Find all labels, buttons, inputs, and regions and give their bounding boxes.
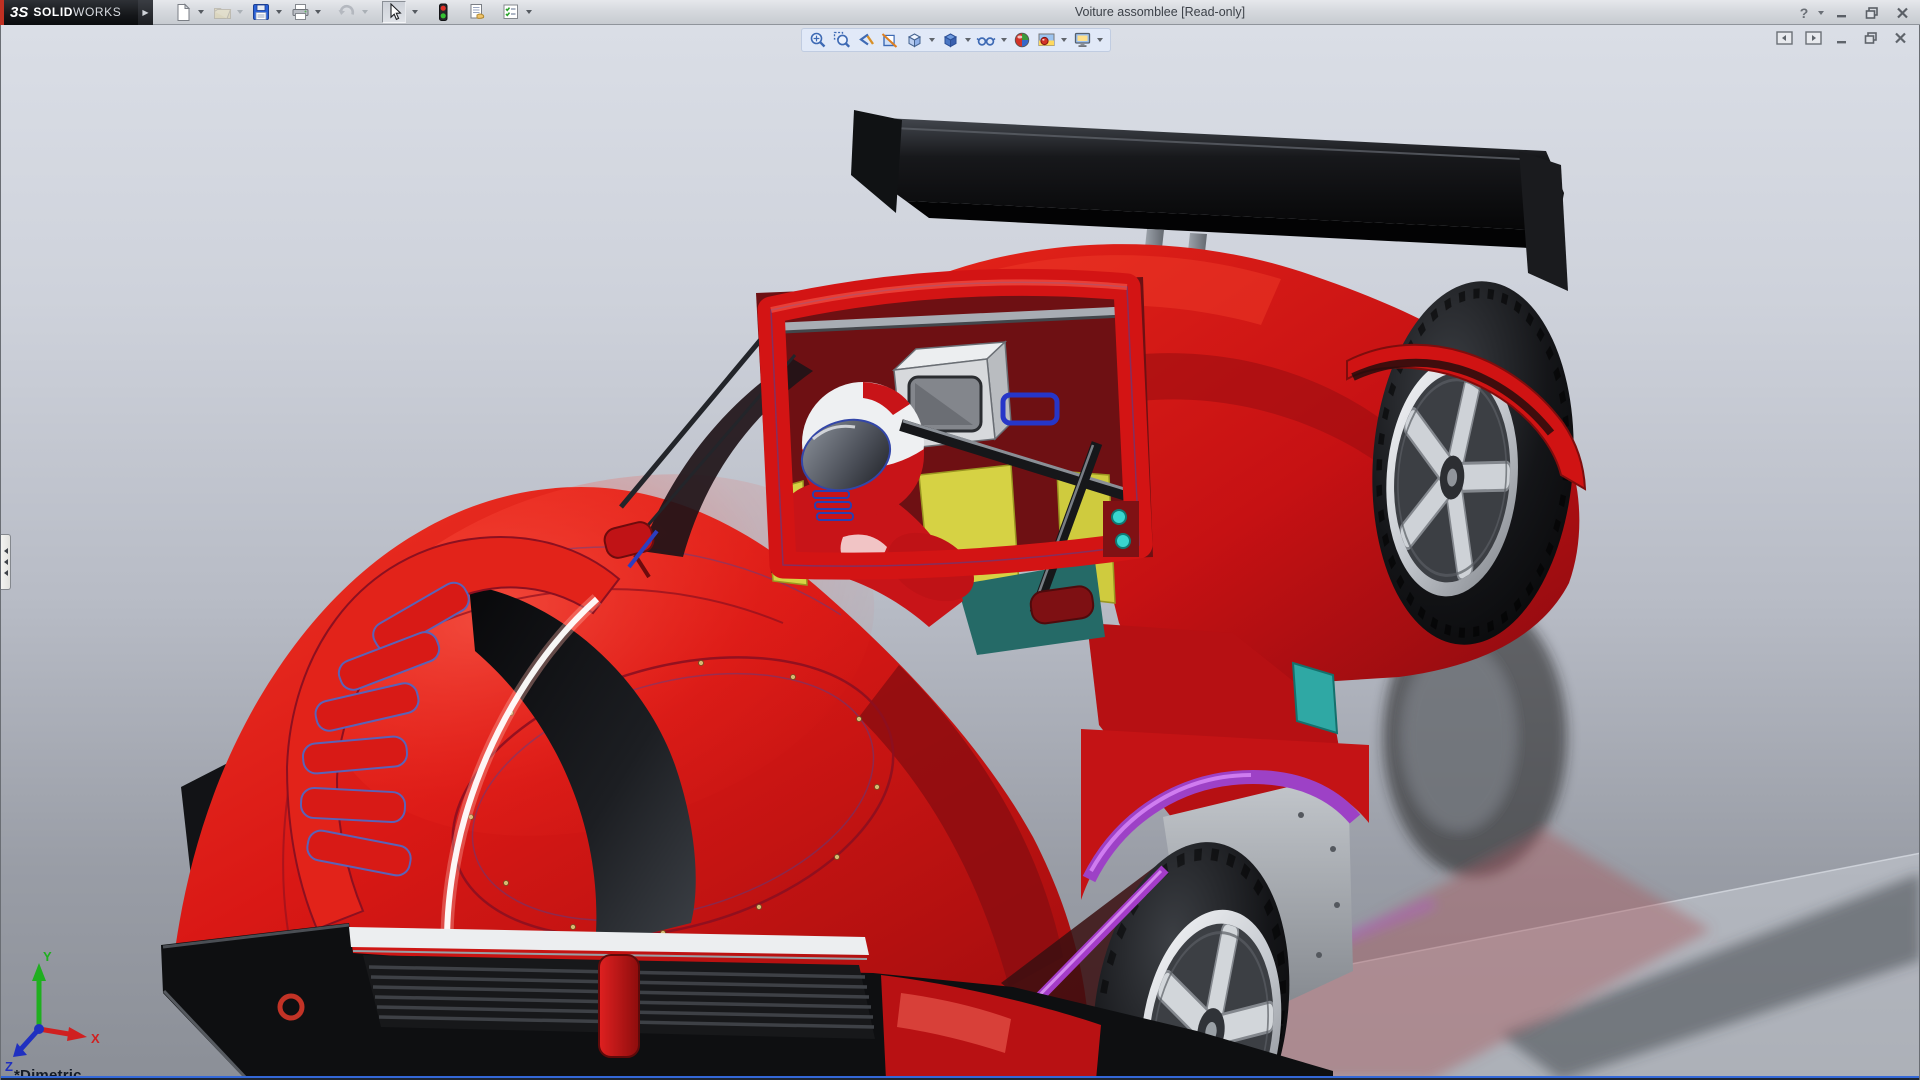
open-document-button[interactable]	[210, 1, 234, 23]
viewport-bottom-edge	[1, 1075, 1919, 1080]
apply-scene-button[interactable]	[1034, 29, 1058, 51]
hide-show-items-dropdown[interactable]	[1001, 38, 1007, 42]
file-properties-icon	[468, 3, 486, 21]
cyan-knob	[1112, 510, 1126, 524]
window-controls: ?	[1792, 0, 1914, 25]
triad-x-label: X	[91, 1031, 100, 1046]
save-floppy-icon	[252, 3, 270, 21]
previous-view-button[interactable]	[854, 29, 878, 51]
document-window-controls	[1773, 30, 1911, 46]
eyeglasses-icon	[976, 31, 996, 49]
help-button[interactable]: ?	[1792, 3, 1816, 22]
print-dropdown[interactable]	[315, 10, 321, 14]
document-restore-button[interactable]	[1860, 30, 1882, 46]
solidworks-logo-mark: 3S	[10, 4, 28, 21]
new-document-button[interactable]	[171, 1, 195, 23]
view-orientation-cube-icon	[905, 31, 924, 49]
window-title: Voiture assomblee [Read-only]	[980, 0, 1340, 25]
display-style-cube-icon	[941, 31, 960, 49]
restore-button[interactable]	[1860, 3, 1884, 22]
select-dropdown[interactable]	[408, 1, 421, 23]
car-model-3d-view: Y X Z	[1, 25, 1920, 1080]
collapse-arrow-icon	[4, 559, 8, 565]
cyan-knob	[1116, 534, 1130, 548]
open-folder-icon	[213, 3, 232, 21]
previous-view-icon	[857, 31, 875, 49]
print-button[interactable]	[288, 1, 312, 23]
display-style-button[interactable]	[938, 29, 962, 51]
minimize-button[interactable]	[1830, 3, 1854, 22]
document-restore-icon	[1864, 32, 1878, 44]
select-cursor-icon	[386, 3, 402, 21]
main-toolbar	[153, 0, 536, 25]
view-orientation-dropdown[interactable]	[929, 38, 935, 42]
minimize-icon	[1836, 7, 1849, 18]
file-properties-button[interactable]	[465, 1, 489, 23]
section-view-icon	[881, 31, 899, 49]
pane-toggle-right-button[interactable]	[1802, 30, 1824, 46]
options-button[interactable]	[499, 1, 523, 23]
appearance-sphere-icon	[1013, 31, 1031, 49]
view-orientation-button[interactable]	[902, 29, 926, 51]
graphics-viewport[interactable]: Y X Z	[0, 25, 1920, 1080]
menu-expand-arrow-icon[interactable]: ▶	[138, 0, 153, 25]
options-checklist-icon	[502, 3, 520, 21]
print-icon	[291, 3, 310, 21]
document-minimize-button[interactable]	[1831, 30, 1853, 46]
zoom-to-fit-icon	[809, 31, 827, 49]
collapse-arrow-icon	[4, 548, 8, 554]
save-dropdown[interactable]	[276, 10, 282, 14]
close-icon	[1896, 7, 1909, 19]
pane-toggle-left-button[interactable]	[1773, 30, 1795, 46]
new-document-icon	[175, 3, 192, 22]
section-view-button[interactable]	[878, 29, 902, 51]
undo-dropdown[interactable]	[362, 10, 368, 14]
restore-icon	[1865, 7, 1879, 19]
options-dropdown[interactable]	[526, 10, 532, 14]
logo-red-strip	[0, 0, 4, 25]
edit-appearance-button[interactable]	[1010, 29, 1034, 51]
solidworks-logo: 3S SOLIDWORKS	[0, 0, 138, 25]
view-settings-monitor-icon	[1073, 31, 1092, 49]
triad-z-label: Z	[5, 1059, 13, 1074]
pane-toggle-right-icon	[1805, 31, 1822, 45]
feature-tree-collapse-tab[interactable]	[1, 534, 11, 590]
new-document-dropdown[interactable]	[198, 10, 204, 14]
apply-scene-dropdown[interactable]	[1061, 38, 1067, 42]
undo-icon	[337, 3, 357, 21]
orientation-triad: Y X Z	[5, 949, 100, 1074]
side-window-teal	[1293, 663, 1337, 733]
heads-up-view-toolbar	[801, 28, 1111, 52]
save-button[interactable]	[249, 1, 273, 23]
zoom-to-area-icon	[833, 31, 851, 49]
pane-toggle-left-icon	[1776, 31, 1793, 45]
undo-button[interactable]	[335, 1, 359, 23]
triad-y-label: Y	[43, 949, 52, 964]
rebuild-traffic-light-icon	[436, 3, 450, 22]
collapse-arrow-icon	[4, 570, 8, 576]
document-close-icon	[1894, 32, 1907, 44]
zoom-to-area-button[interactable]	[830, 29, 854, 51]
view-settings-button[interactable]	[1070, 29, 1094, 51]
select-button[interactable]	[382, 1, 406, 23]
hide-show-items-button[interactable]	[974, 29, 998, 51]
document-close-button[interactable]	[1889, 30, 1911, 46]
apply-scene-icon	[1037, 31, 1056, 49]
solidworks-logo-text: SOLIDWORKS	[33, 5, 121, 19]
rebuild-button[interactable]	[431, 1, 455, 23]
close-button[interactable]	[1890, 3, 1914, 22]
zoom-to-fit-button[interactable]	[806, 29, 830, 51]
title-bar: 3S SOLIDWORKS ▶	[0, 0, 1920, 25]
open-document-dropdown[interactable]	[237, 10, 243, 14]
nose-center-post	[599, 955, 639, 1057]
document-minimize-icon	[1836, 32, 1849, 44]
display-style-dropdown[interactable]	[965, 38, 971, 42]
view-settings-dropdown[interactable]	[1097, 38, 1103, 42]
help-dropdown[interactable]	[1818, 11, 1824, 15]
